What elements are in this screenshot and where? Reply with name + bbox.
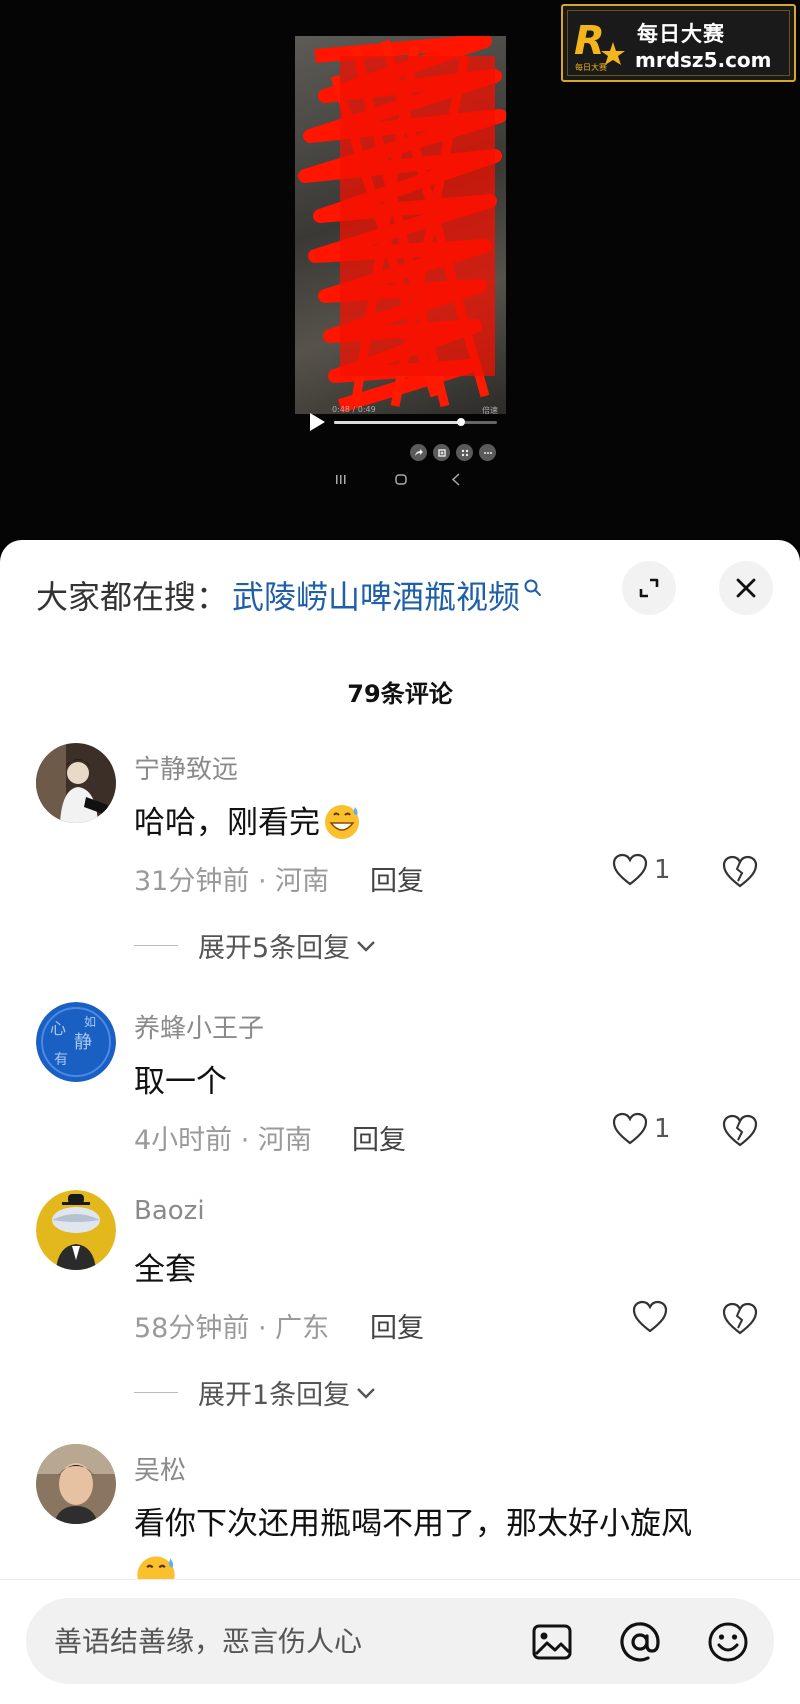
comments-sheet: 大家都在搜： 武陵崂山啤酒瓶视频 79条评论 宁静致远 哈哈，刚看完 31分钟前…	[0, 540, 800, 1704]
expand-icon	[639, 578, 659, 598]
comment-meta: 31分钟前 · 河南	[134, 866, 330, 897]
expand-replies-label: 展开1条回复	[198, 1380, 351, 1411]
save-icon[interactable]	[433, 444, 450, 461]
comment-input-bar	[0, 1579, 800, 1704]
chevron-down-icon	[357, 940, 376, 952]
expand-replies-label: 展开5条回复	[198, 933, 351, 964]
svg-text:心: 心	[50, 1019, 66, 1038]
close-icon	[736, 578, 756, 598]
more-icon[interactable]	[479, 444, 496, 461]
comment-meta: 4小时前 · 河南	[134, 1125, 312, 1156]
image-icon[interactable]	[530, 1620, 574, 1664]
like-button[interactable]: 1	[612, 1112, 671, 1146]
home-icon	[395, 474, 407, 485]
close-button[interactable]	[719, 561, 773, 615]
like-button[interactable]	[632, 1300, 668, 1334]
video-progress-fill	[334, 421, 462, 424]
watermark-title: 每日大赛	[637, 22, 725, 46]
watermark-logo: R 每日大赛	[574, 18, 625, 72]
reply-button[interactable]: 回复	[370, 859, 424, 898]
comment-text: 取一个	[134, 1064, 227, 1100]
comment-count: 79条评论	[347, 680, 453, 708]
emoji-icon[interactable]	[706, 1620, 750, 1664]
grinning-sweat-emoji-icon	[325, 805, 359, 839]
recent-apps-icon	[336, 475, 346, 484]
search-suggestion[interactable]: 大家都在搜： 武陵崂山啤酒瓶视频	[36, 570, 544, 620]
comment-text-content: 哈哈，刚看完	[134, 805, 320, 841]
comment-username[interactable]: 宁静致远	[134, 749, 238, 786]
video-mini-actions	[410, 444, 496, 461]
comment-text: 哈哈，刚看完	[134, 797, 362, 842]
video-speed[interactable]: 倍速	[482, 405, 498, 416]
search-suggestion-prefix: 大家都在搜：	[36, 578, 229, 616]
avatar[interactable]	[36, 1444, 116, 1524]
avatar[interactable]	[36, 743, 116, 823]
video-progress-knob[interactable]	[457, 418, 466, 426]
divider	[134, 945, 178, 946]
comment-username[interactable]: 养蜂小王子	[134, 1008, 264, 1045]
watermark-domain: mrdsz5.com	[635, 48, 772, 72]
chevron-down-icon	[357, 1387, 376, 1399]
grid-icon[interactable]	[456, 444, 473, 461]
comment-meta: 58分钟前 · 广东	[134, 1313, 330, 1344]
svg-text:每日大赛: 每日大赛	[575, 62, 607, 72]
system-nav-bar	[336, 473, 460, 486]
svg-text:有: 有	[54, 1052, 68, 1068]
reply-button[interactable]: 回复	[352, 1118, 406, 1157]
svg-text:R: R	[574, 18, 605, 64]
svg-text:如: 如	[84, 1014, 96, 1029]
video-thumbnail[interactable]	[295, 36, 506, 414]
broken-heart-icon[interactable]	[722, 1114, 758, 1148]
search-suggestion-link[interactable]: 武陵崂山啤酒瓶视频	[232, 572, 520, 618]
back-icon	[451, 473, 460, 486]
at-icon[interactable]	[618, 1620, 662, 1664]
search-icon	[524, 579, 542, 596]
avatar[interactable]	[36, 1190, 116, 1270]
censor-scribble	[298, 36, 506, 413]
comment-text: 全套	[134, 1252, 196, 1288]
like-count: 1	[654, 855, 671, 885]
svg-text:静: 静	[74, 1032, 92, 1053]
comment-username[interactable]: 吴松	[134, 1450, 186, 1487]
broken-heart-icon[interactable]	[722, 1302, 758, 1336]
expand-button[interactable]	[622, 561, 676, 615]
comment-username[interactable]: Baozi	[134, 1196, 205, 1226]
reply-button[interactable]: 回复	[370, 1306, 424, 1345]
video-time: 0:48 / 0:49	[332, 405, 376, 414]
play-icon[interactable]	[308, 412, 326, 432]
comment-text: 看你下次还用瓶喝不用了，那太好小旋风	[134, 1506, 692, 1542]
video-progress-bar[interactable]	[334, 418, 497, 426]
like-count: 1	[654, 1114, 671, 1144]
expand-replies-button[interactable]: 展开1条回复	[134, 1373, 378, 1412]
avatar[interactable]: 心 静 有 如	[36, 1002, 116, 1082]
broken-heart-icon[interactable]	[722, 855, 758, 889]
share-icon[interactable]	[410, 444, 427, 461]
heart-icon	[632, 1300, 668, 1333]
watermark-badge: R 每日大赛 每日大赛 mrdsz5.com	[561, 4, 796, 82]
like-button[interactable]: 1	[612, 853, 671, 887]
video-player[interactable]: R 每日大赛 每日大赛 mrdsz5.com 0:48 / 0:49 倍速	[0, 0, 800, 545]
heart-icon	[612, 853, 648, 886]
expand-replies-button[interactable]: 展开5条回复	[134, 926, 378, 965]
divider	[134, 1392, 178, 1393]
heart-icon	[612, 1112, 648, 1145]
